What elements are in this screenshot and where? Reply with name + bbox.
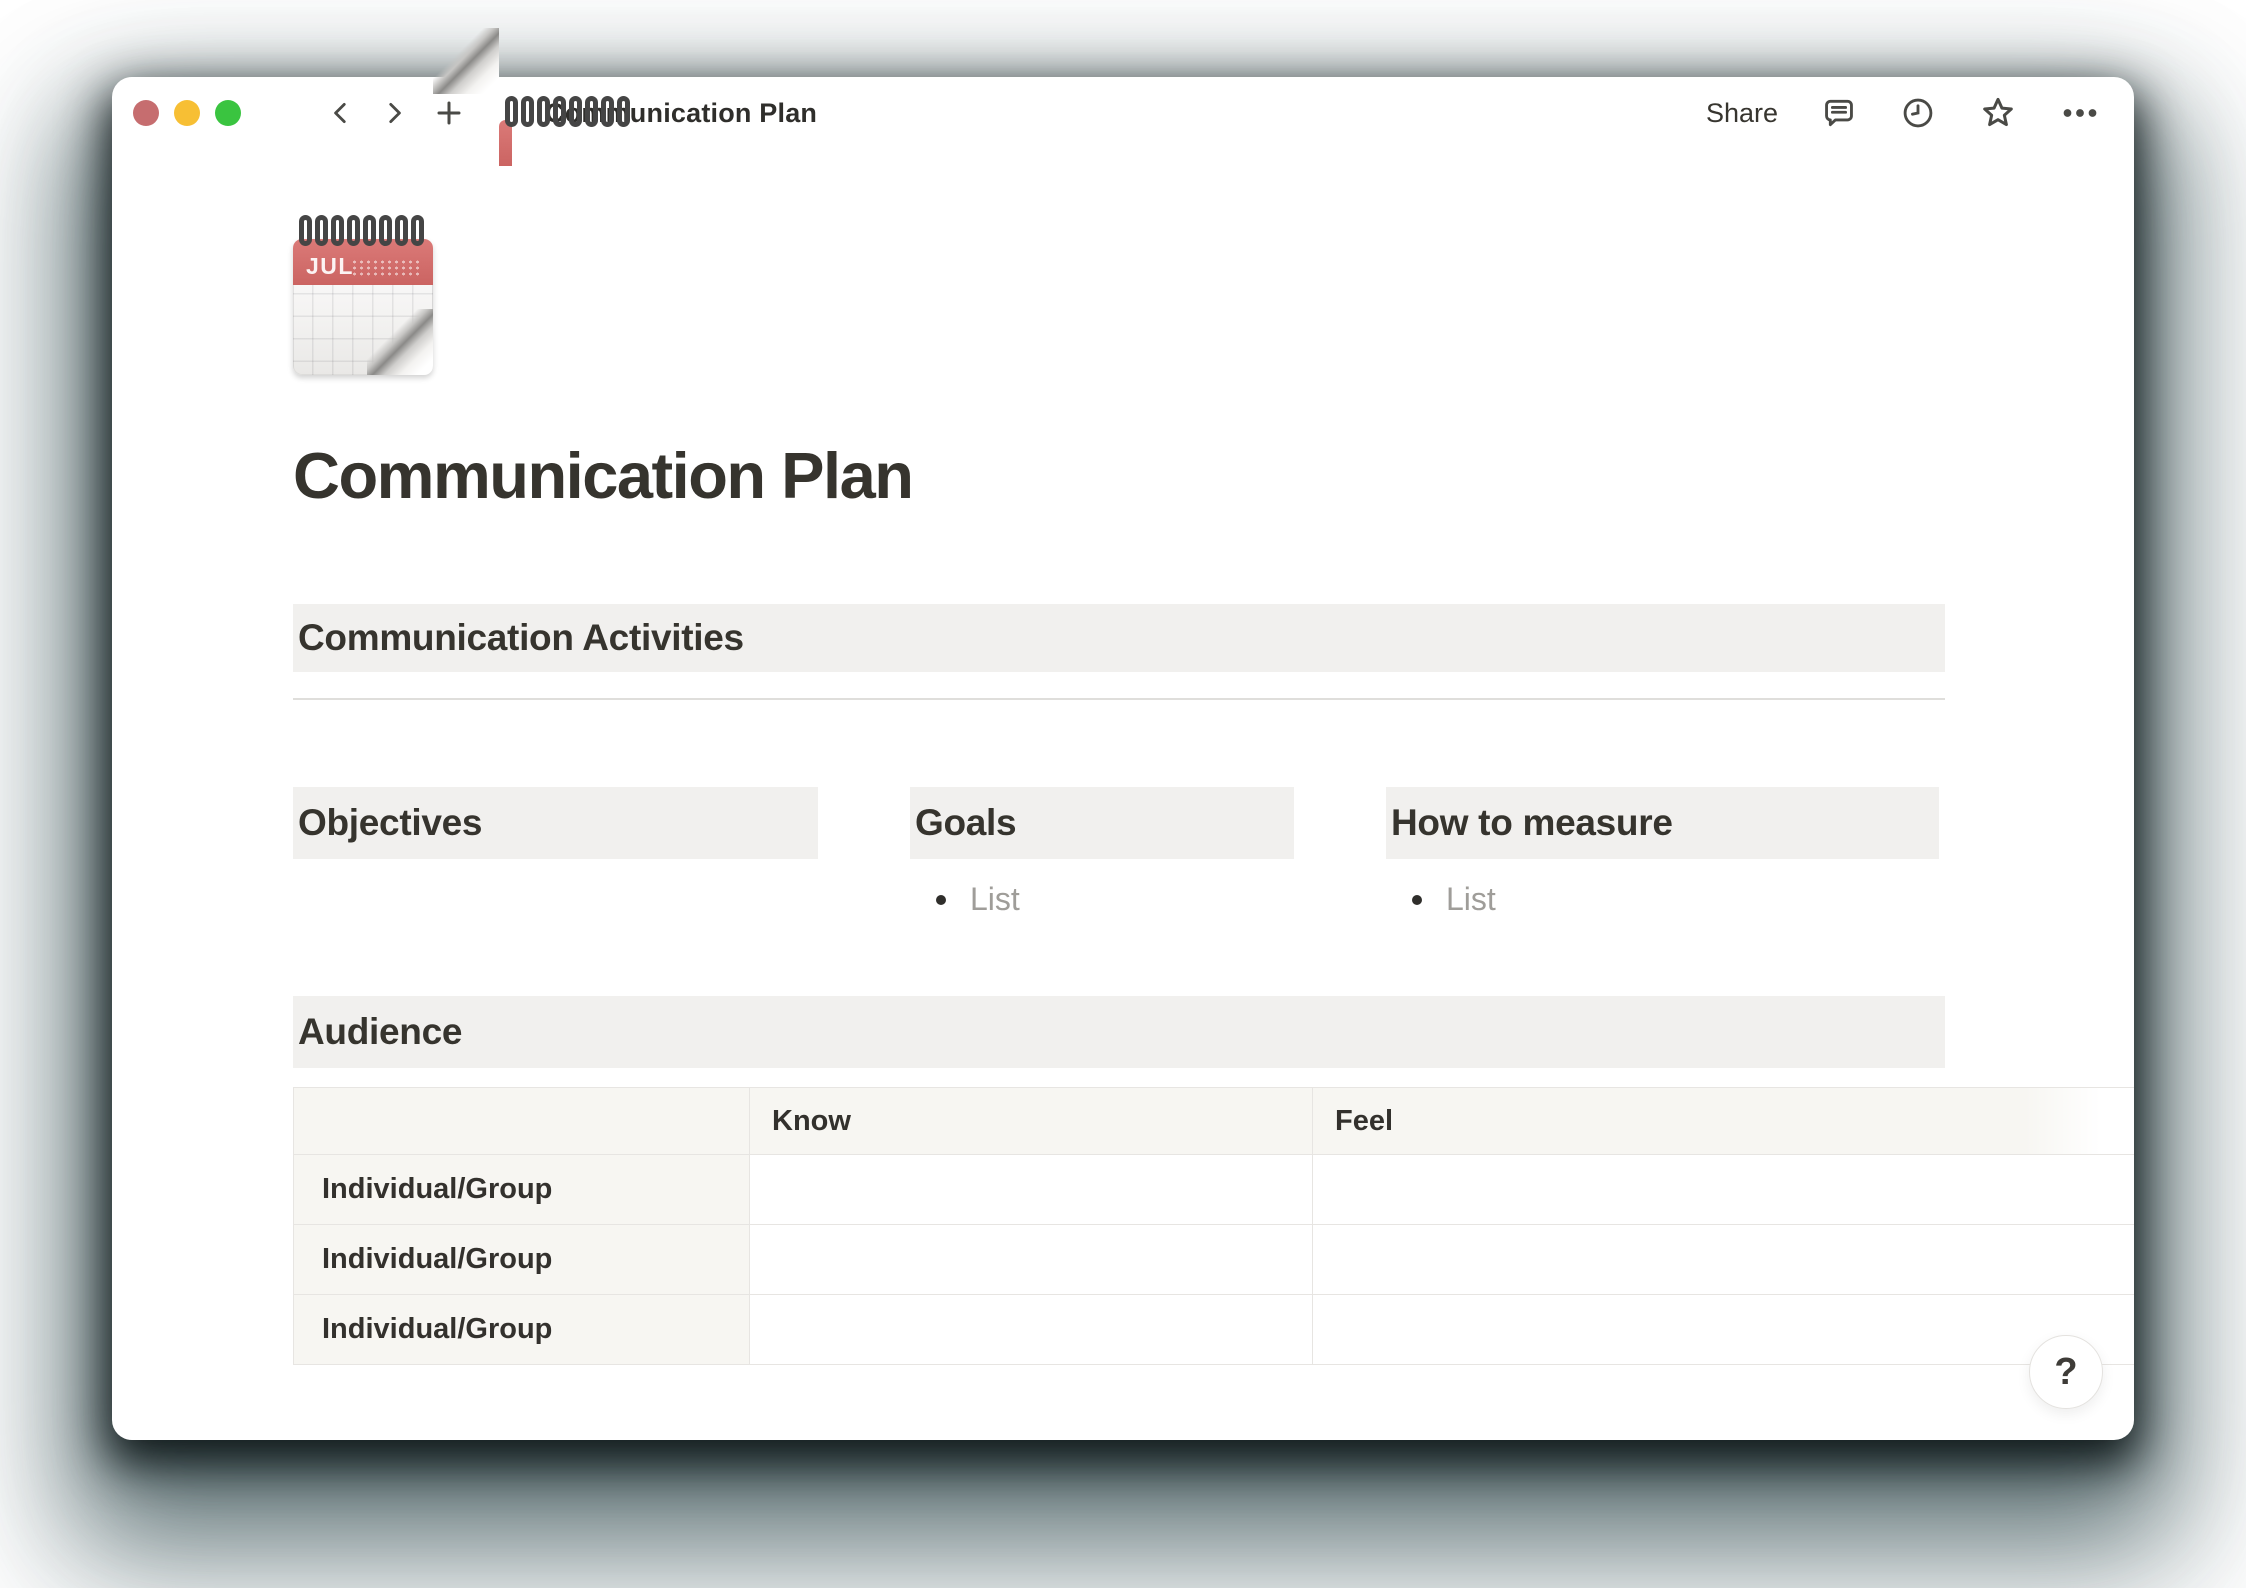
column-layout: Objectives Goals List How to measure Lis… xyxy=(293,787,1945,918)
star-icon xyxy=(1983,97,2013,127)
window-controls xyxy=(133,100,241,126)
desktop: { "toolbar": { "doc_title": "Communicati… xyxy=(0,0,2246,1588)
list-item-placeholder: List xyxy=(1446,881,1496,917)
bullet-icon xyxy=(1412,894,1422,905)
row-label-cell[interactable]: Individual/Group xyxy=(294,1225,750,1294)
app-window: JUL Communication Plan Share JUL Communi… xyxy=(112,28,2134,1440)
table-header-row: Know Feel xyxy=(294,1088,2134,1154)
favorite-button[interactable] xyxy=(1979,94,2017,132)
list-item-placeholder: List xyxy=(970,881,1020,917)
heading-communication-activities[interactable]: Communication Activities xyxy=(293,604,1945,672)
calendar-dots xyxy=(351,259,423,277)
minimize-window-button[interactable] xyxy=(174,100,200,126)
bullet-icon xyxy=(936,894,946,905)
column-goals: Goals List xyxy=(910,787,1294,918)
divider xyxy=(293,698,1945,700)
table-header-know[interactable]: Know xyxy=(750,1088,1313,1154)
more-options-button[interactable] xyxy=(2060,95,2100,131)
zoom-window-button[interactable] xyxy=(215,100,241,126)
list-item[interactable]: List xyxy=(1386,881,1939,918)
table-row: Individual/Group xyxy=(294,1294,2134,1364)
table-cell[interactable] xyxy=(750,1225,1313,1294)
list-item[interactable]: List xyxy=(910,881,1294,918)
table-cell[interactable] xyxy=(1313,1155,2134,1224)
calendar-page-curl xyxy=(367,309,433,375)
table-cell[interactable] xyxy=(750,1155,1313,1224)
heading-audience[interactable]: Audience xyxy=(293,996,1945,1068)
close-window-button[interactable] xyxy=(133,100,159,126)
calendar-month-label: JUL xyxy=(306,253,354,279)
document-page: JUL Communication Plan Communication Act… xyxy=(293,77,2134,1365)
table-row: Individual/Group xyxy=(294,1154,2134,1224)
column-how-to-measure: How to measure List xyxy=(1386,787,1939,918)
table-cell[interactable] xyxy=(1313,1225,2134,1294)
calendar-spiral-rings xyxy=(293,213,433,249)
heading-objectives[interactable]: Objectives xyxy=(293,787,818,859)
help-button[interactable]: ? xyxy=(2029,1335,2103,1409)
audience-table: Know Feel Individual/Group Individual/Gr… xyxy=(293,1087,2134,1365)
table-cell[interactable] xyxy=(1313,1295,2134,1364)
table-row: Individual/Group xyxy=(294,1224,2134,1294)
heading-goals[interactable]: Goals xyxy=(910,787,1294,859)
table-header-empty[interactable] xyxy=(294,1088,750,1154)
ellipsis-icon xyxy=(2063,109,2097,117)
page-title[interactable]: Communication Plan xyxy=(293,437,1945,515)
column-objectives: Objectives xyxy=(293,787,818,918)
table-header-feel[interactable]: Feel xyxy=(1313,1088,2134,1154)
heading-how-to-measure[interactable]: How to measure xyxy=(1386,787,1939,859)
row-label-cell[interactable]: Individual/Group xyxy=(294,1295,750,1364)
table-cell[interactable] xyxy=(750,1295,1313,1364)
row-label-cell[interactable]: Individual/Group xyxy=(294,1155,750,1224)
page-icon-calendar-emoji[interactable]: JUL xyxy=(293,213,433,375)
